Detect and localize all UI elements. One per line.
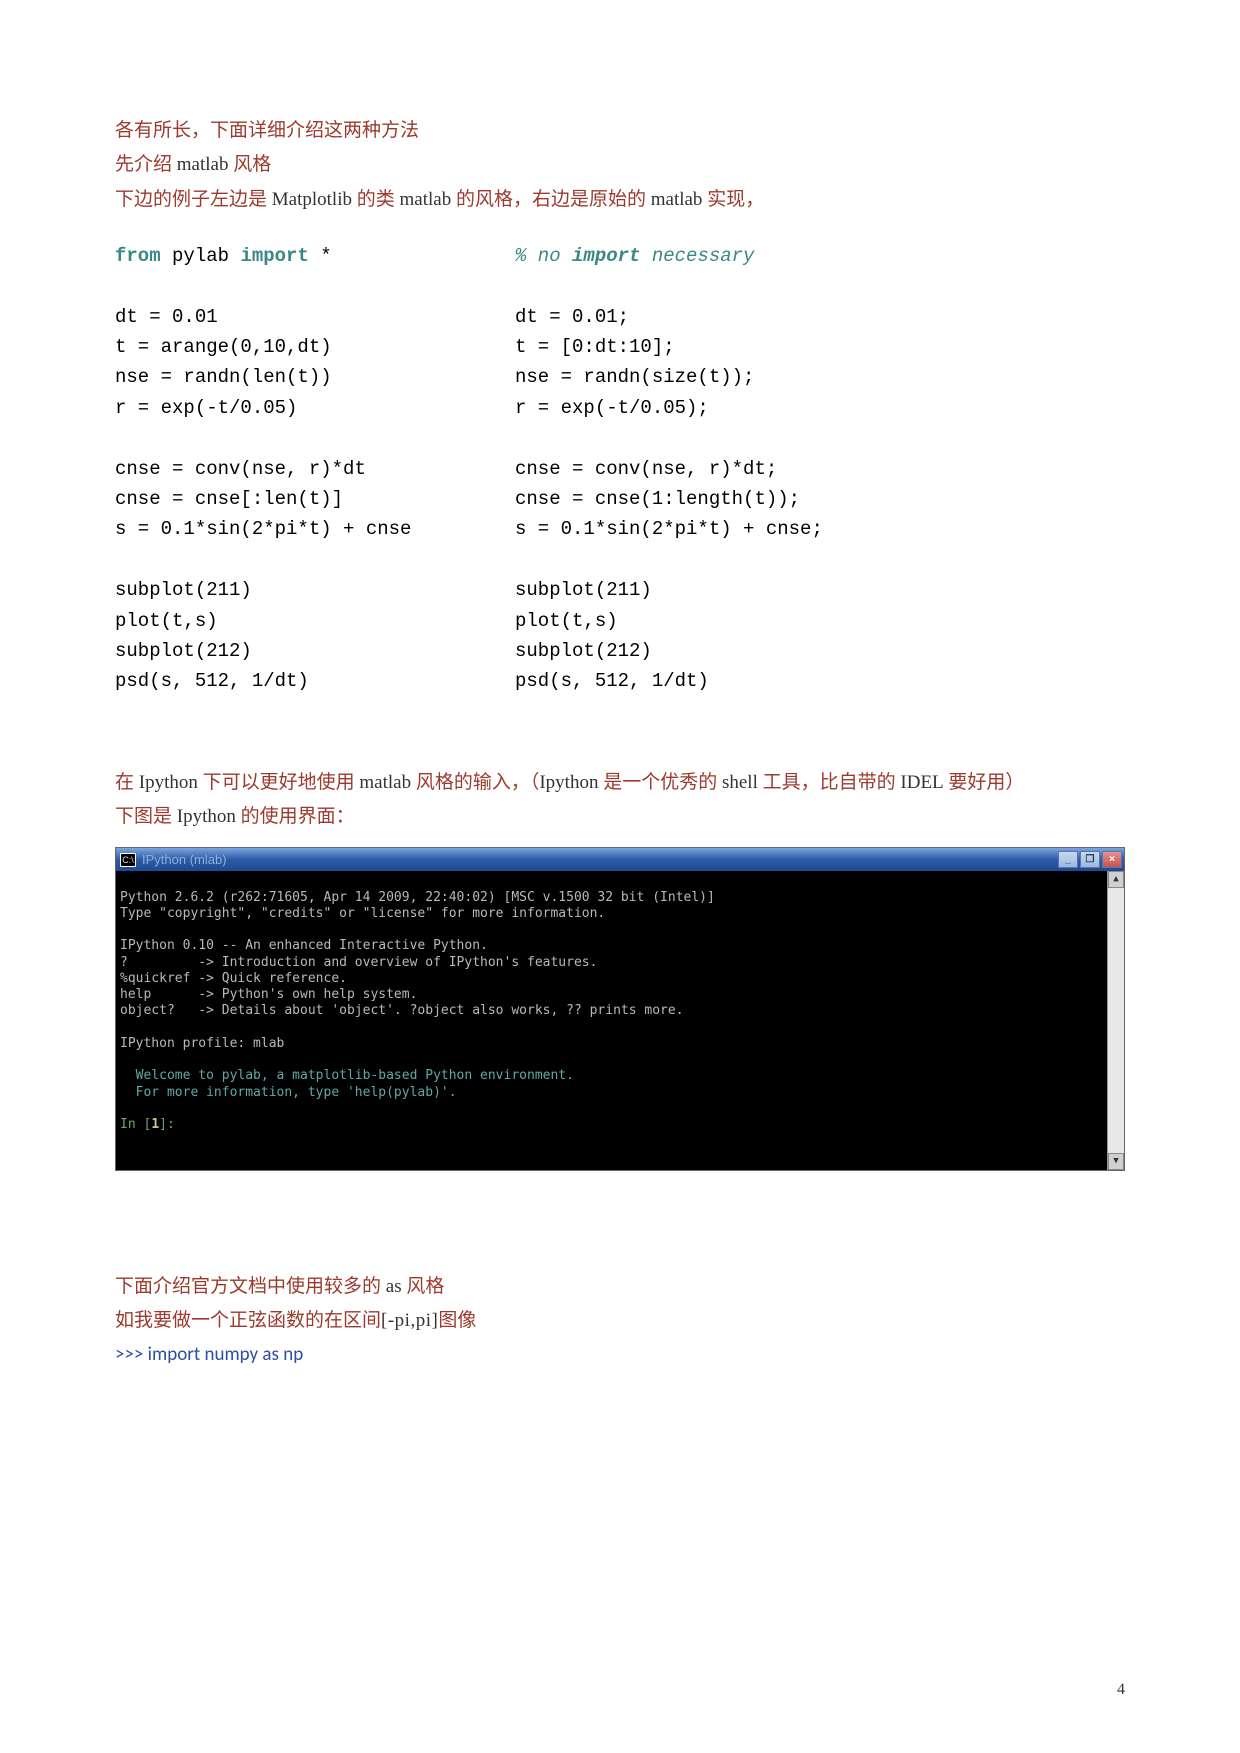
t: 风格的输入，（	[411, 772, 539, 793]
text-d: matlab	[400, 189, 452, 210]
terminal-body[interactable]: Python 2.6.2 (r262:71605, Apr 14 2009, 2…	[116, 871, 1124, 1170]
terminal-scrollbar[interactable]: ▲ ▼	[1107, 871, 1124, 1170]
t: [-pi,pi]	[381, 1310, 438, 1331]
t: 要好用）	[944, 772, 1025, 793]
prompt-num: 1	[151, 1117, 159, 1132]
code-line: r = exp(-t/0.05);	[515, 393, 1125, 423]
code-line: plot(t,s)	[115, 606, 515, 636]
code-line: s = 0.1*sin(2*pi*t) + cnse;	[515, 514, 1125, 544]
t: shell	[722, 772, 758, 793]
code-line: subplot(212)	[515, 636, 1125, 666]
code-line: psd(s, 512, 1/dt)	[115, 666, 515, 696]
terminal-line: For more information, type 'help(pylab)'…	[120, 1085, 457, 1100]
text-e: 的风格，右边是原始的	[451, 189, 651, 210]
code-line: psd(s, 512, 1/dt)	[515, 666, 1125, 696]
prompt-close: ]:	[159, 1117, 175, 1132]
kw-import: import	[240, 245, 308, 267]
intro-line-1: 各有所长，下面详细介绍这两种方法	[115, 115, 1125, 147]
text-g: 实现，	[702, 189, 764, 210]
minimize-button[interactable]: _	[1058, 851, 1078, 868]
t: Ipython	[539, 772, 598, 793]
t: 工具，比自带的	[758, 772, 901, 793]
bottom-line-1: 下面介绍官方文档中使用较多的 as 风格	[115, 1271, 1125, 1303]
terminal-line: %quickref -> Quick reference.	[120, 971, 347, 986]
t: 下可以更好地使用	[198, 772, 360, 793]
maximize-button[interactable]: ❐	[1080, 851, 1100, 868]
code-line: cnse = cnse[:len(t)]	[115, 484, 515, 514]
code-line: subplot(211)	[515, 575, 1125, 605]
text-a: 先介绍	[115, 154, 177, 175]
terminal-line: ? -> Introduction and overview of IPytho…	[120, 955, 597, 970]
terminal-line: Type "copyright", "credits" or "license"…	[120, 906, 605, 921]
intro-line-2: 先介绍 matlab 风格	[115, 149, 1125, 181]
t: Ipython	[139, 772, 198, 793]
code-line: dt = 0.01;	[515, 302, 1125, 332]
intro-line-3: 下边的例子左边是 Matplotlib 的类 matlab 的风格，右边是原始的…	[115, 184, 1125, 216]
t: IDEL	[900, 772, 943, 793]
t: 图像	[438, 1310, 476, 1331]
code-line: nse = randn(size(t));	[515, 362, 1125, 392]
prompt-in: In [	[120, 1117, 151, 1132]
t: 是一个优秀的	[598, 772, 722, 793]
terminal-line: Python 2.6.2 (r262:71605, Apr 14 2009, 2…	[120, 890, 715, 905]
text: 各有所长，下面详细介绍这两种方法	[115, 120, 419, 141]
text-c: 风格	[228, 154, 271, 175]
bottom-line-2: 如我要做一个正弦函数的在区间[-pi,pi]图像	[115, 1305, 1125, 1337]
terminal-title: IPython (mlab)	[142, 849, 227, 871]
code-line: subplot(211)	[115, 575, 515, 605]
mid-line-1: 在 Ipython 下可以更好地使用 matlab 风格的输入，（Ipython…	[115, 767, 1125, 799]
scroll-down-button[interactable]: ▼	[1108, 1153, 1124, 1170]
text-a: 下边的例子左边是	[115, 189, 272, 210]
scroll-up-button[interactable]: ▲	[1108, 871, 1124, 888]
code-line: dt = 0.01	[115, 302, 515, 332]
terminal-line: IPython profile: mlab	[120, 1036, 284, 1051]
terminal-icon: C:\	[120, 853, 136, 867]
terminal-line: Welcome to pylab, a matplotlib-based Pyt…	[120, 1068, 574, 1083]
code-line: cnse = conv(nse, r)*dt	[115, 454, 515, 484]
page-number: 4	[1117, 1676, 1125, 1703]
t: pylab	[161, 245, 241, 267]
t: as	[386, 1276, 402, 1297]
t: import	[572, 245, 640, 267]
t: 下面介绍官方文档中使用较多的	[115, 1276, 386, 1297]
text-c: 的类	[352, 189, 400, 210]
t: *	[309, 245, 332, 267]
t: 风格	[402, 1276, 445, 1297]
t: Ipython	[177, 806, 236, 827]
code-line: plot(t,s)	[515, 606, 1125, 636]
code-line: subplot(212)	[115, 636, 515, 666]
code-line: cnse = cnse(1:length(t));	[515, 484, 1125, 514]
code-right-col: % no import necessary dt = 0.01; t = [0:…	[515, 241, 1125, 697]
t: 下图是	[115, 806, 177, 827]
code-import-line: >>> import numpy as np	[115, 1343, 303, 1366]
code-left-col: from pylab import * dt = 0.01 t = arange…	[115, 241, 515, 697]
mid-line-2: 下图是 Ipython 的使用界面：	[115, 801, 1125, 833]
kw-from: from	[115, 245, 161, 267]
close-button[interactable]: ×	[1102, 851, 1122, 868]
code-line: nse = randn(len(t))	[115, 362, 515, 392]
terminal-window: C:\ IPython (mlab) _ ❐ × Python 2.6.2 (r…	[115, 847, 1125, 1171]
bottom-line-3: >>> import numpy as np	[115, 1339, 1125, 1371]
code-line: s = 0.1*sin(2*pi*t) + cnse	[115, 514, 515, 544]
terminal-line: object? -> Details about 'object'. ?obje…	[120, 1003, 684, 1018]
t: necessary	[640, 245, 754, 267]
t: 如我要做一个正弦函数的在区间	[115, 1310, 381, 1331]
text-f: matlab	[651, 189, 703, 210]
terminal-line: help -> Python's own help system.	[120, 987, 417, 1002]
t: 的使用界面：	[236, 806, 355, 827]
code-line: t = [0:dt:10];	[515, 332, 1125, 362]
text-b: matlab	[177, 154, 229, 175]
code-line: cnse = conv(nse, r)*dt;	[515, 454, 1125, 484]
code-line: t = arange(0,10,dt)	[115, 332, 515, 362]
terminal-line: IPython 0.10 -- An enhanced Interactive …	[120, 938, 488, 953]
t: matlab	[359, 772, 411, 793]
terminal-titlebar: C:\ IPython (mlab) _ ❐ ×	[116, 848, 1124, 871]
code-comparison: from pylab import * dt = 0.01 t = arange…	[115, 241, 1125, 697]
text-b: Matplotlib	[272, 189, 352, 210]
t: % no	[515, 245, 572, 267]
code-line: r = exp(-t/0.05)	[115, 393, 515, 423]
t: 在	[115, 772, 139, 793]
